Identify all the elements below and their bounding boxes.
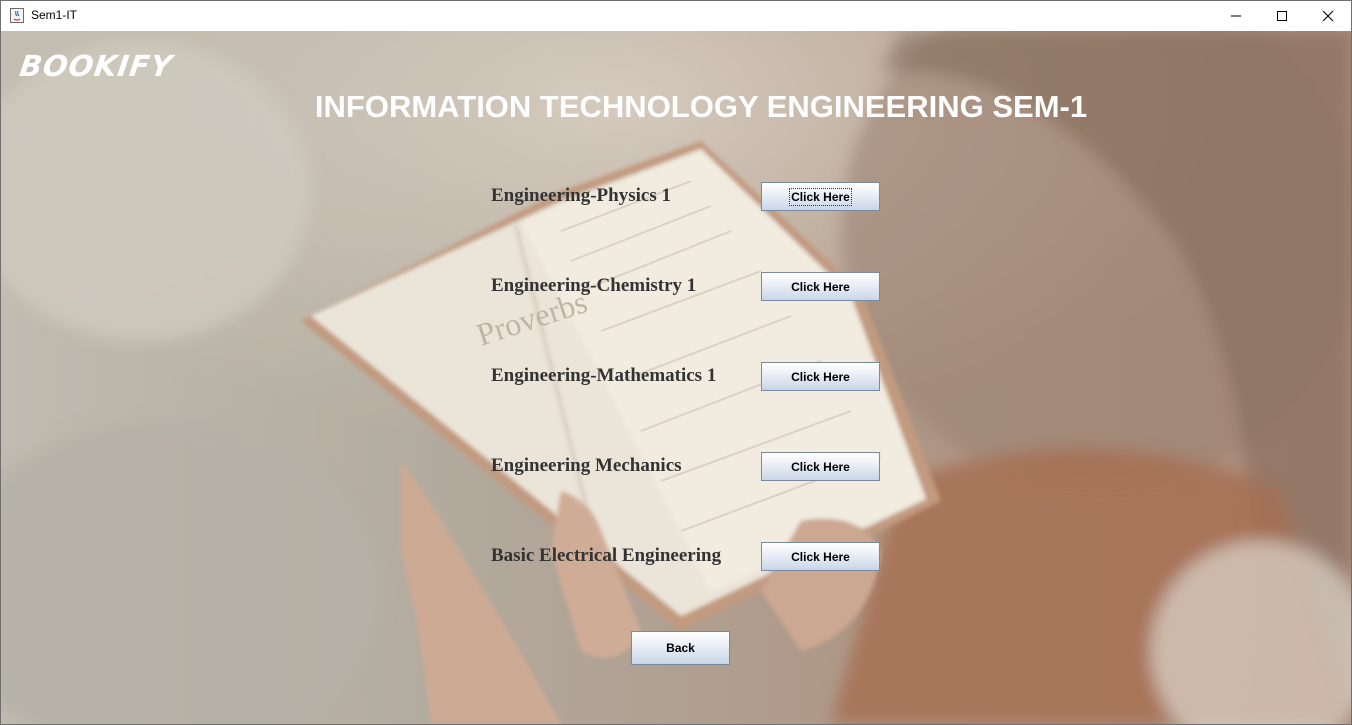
button-label: Click Here [791,279,850,294]
subject-label-mechanics: Engineering Mechanics [491,455,682,476]
window-title: Sem1-IT [31,8,78,22]
subject-label-mathematics: Engineering-Mathematics 1 [491,365,717,386]
subject-label-electrical: Basic Electrical Engineering [491,545,722,566]
button-label: Click Here [791,549,850,564]
mechanics-click-here-button[interactable]: Click Here [761,452,880,481]
subject-label-physics: Engineering-Physics 1 [491,185,671,206]
main-panel: Proverbs BOOKIFY INFORMATION TECHNOLOGY … [1,31,1351,724]
minimize-button[interactable] [1213,1,1259,31]
page-title: INFORMATION TECHNOLOGY ENGINEERING SEM-1 [314,89,1088,124]
button-label: Click Here [789,187,852,206]
app-window: Sem1-IT Proverbs BOOKIFY INFORMATION TEC… [0,0,1352,725]
title-bar[interactable]: Sem1-IT [1,1,1351,31]
java-app-icon [10,8,24,23]
physics-click-here-button[interactable]: Click Here [761,182,880,211]
mathematics-click-here-button[interactable]: Click Here [761,362,880,391]
button-label: Back [666,641,695,655]
minimize-icon [1231,15,1241,17]
close-icon [1322,10,1334,22]
close-button[interactable] [1305,1,1351,31]
maximize-button[interactable] [1259,1,1305,31]
electrical-click-here-button[interactable]: Click Here [761,542,880,571]
app-logo: BOOKIFY [17,49,175,83]
back-button[interactable]: Back [631,631,730,665]
button-label: Click Here [791,369,850,384]
subject-label-chemistry: Engineering-Chemistry 1 [491,275,697,296]
chemistry-click-here-button[interactable]: Click Here [761,272,880,301]
maximize-icon [1277,11,1287,21]
button-label: Click Here [791,459,850,474]
